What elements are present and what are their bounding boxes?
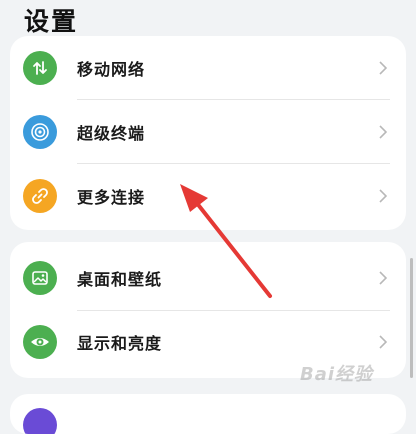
settings-group-connectivity: 移动网络 超级终端 更多连接 (10, 36, 406, 230)
super-device-icon (23, 115, 57, 149)
chevron-right-icon (378, 187, 388, 205)
app-icon (23, 408, 57, 434)
mobile-data-icon (23, 51, 57, 85)
chevron-right-icon (378, 123, 388, 141)
watermark: Bai经验 (300, 364, 374, 385)
wallpaper-icon (23, 261, 57, 295)
settings-item-label: 更多连接 (77, 188, 146, 207)
page-title: 设置 (24, 7, 79, 36)
scrollbar[interactable] (410, 258, 413, 378)
settings-group-next (10, 394, 406, 434)
settings-item-mobile-network[interactable]: 移动网络 (10, 36, 406, 100)
link-icon (23, 179, 57, 213)
settings-item-desktop-wallpaper[interactable]: 桌面和壁纸 (10, 246, 406, 310)
settings-group-display: 桌面和壁纸 显示和亮度 (10, 242, 406, 378)
settings-item-label: 超级终端 (77, 124, 146, 143)
chevron-right-icon (378, 269, 388, 287)
settings-item-label: 移动网络 (77, 60, 146, 79)
settings-item-super-device[interactable]: 超级终端 (10, 100, 406, 164)
chevron-right-icon (378, 59, 388, 77)
settings-item-label: 桌面和壁纸 (77, 270, 163, 289)
settings-item-more-connections[interactable]: 更多连接 (10, 164, 406, 228)
settings-item-label: 显示和亮度 (77, 334, 163, 353)
eye-icon (23, 325, 57, 359)
chevron-right-icon (378, 333, 388, 351)
